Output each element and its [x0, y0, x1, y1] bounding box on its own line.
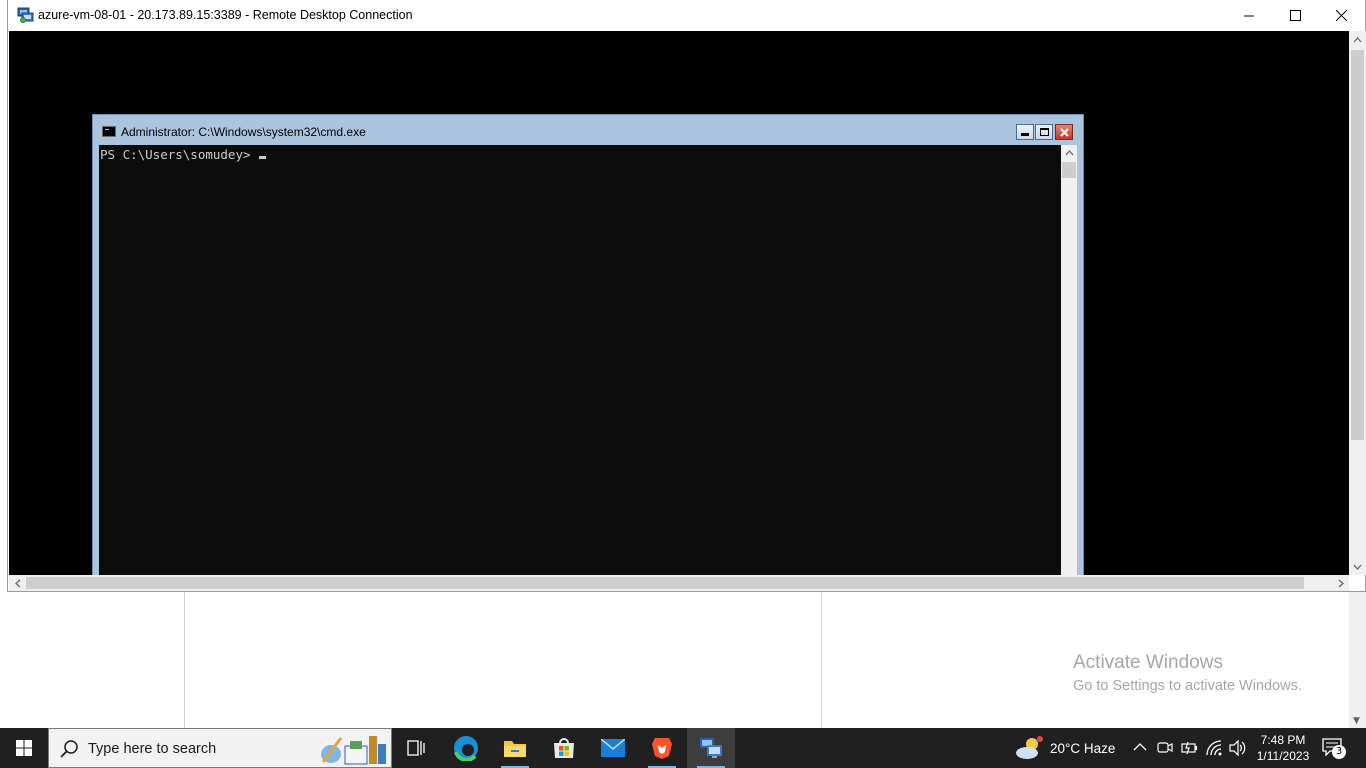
chevron-up-icon	[1065, 150, 1073, 156]
brave-lion-icon	[652, 738, 672, 759]
activate-windows-watermark: Activate Windows Go to Settings to activ…	[1073, 652, 1302, 695]
background-divider	[821, 592, 822, 728]
search-highlight-illustration-icon	[321, 736, 386, 765]
rdp-horizontal-scrollbar[interactable]	[9, 575, 1349, 591]
maximize-icon	[1289, 10, 1301, 21]
prompt-text: PS C:\Users\somudey>	[100, 147, 251, 162]
battery-icon[interactable]	[1181, 739, 1199, 757]
scroll-thumb[interactable]	[26, 577, 1304, 589]
minimize-icon	[1244, 15, 1254, 16]
windows-logo-icon	[16, 740, 32, 756]
clock-time: 7:48 PM	[1260, 733, 1306, 747]
mail-icon	[601, 739, 625, 757]
remote-desktop-window[interactable]: azure-vm-08-01 - 20.173.89.15:3389 - Rem…	[7, 0, 1366, 592]
volume-icon[interactable]	[1228, 739, 1246, 757]
clock-date: 1/11/2023	[1256, 749, 1310, 763]
weather-text: 20°C Haze	[1050, 740, 1116, 756]
edge-browser-button[interactable]	[442, 728, 490, 768]
rdp-vertical-scrollbar[interactable]	[1349, 31, 1366, 575]
scroll-left-button[interactable]	[9, 575, 26, 591]
minimize-button[interactable]	[1226, 0, 1272, 31]
chevron-down-icon	[1353, 564, 1362, 570]
chevron-left-icon	[14, 579, 20, 587]
task-view-button[interactable]	[392, 728, 440, 768]
partly-cloudy-icon	[1016, 736, 1043, 759]
minimize-icon	[1021, 133, 1029, 136]
task-view-icon	[407, 740, 425, 756]
search-placeholder: Type here to search	[88, 741, 217, 757]
store-icon	[554, 738, 574, 758]
watermark-subtitle: Go to Settings to activate Windows.	[1073, 678, 1302, 694]
close-icon	[1335, 10, 1347, 21]
watermark-title: Activate Windows	[1073, 652, 1223, 673]
remote-desktop-taskbar-button[interactable]	[687, 728, 735, 768]
start-button[interactable]	[0, 728, 48, 768]
cmd-close-button[interactable]	[1055, 124, 1073, 140]
text-cursor	[258, 156, 266, 159]
console-output[interactable]: PS C:\Users\somudey>	[99, 145, 1061, 575]
search-icon	[60, 740, 78, 758]
scroll-down-arrow-icon[interactable]: ▼	[1353, 716, 1360, 726]
background-divider	[184, 592, 185, 728]
chevron-right-icon	[1338, 579, 1344, 587]
cmd-maximize-button[interactable]	[1035, 124, 1053, 140]
console-scrollbar[interactable]	[1061, 145, 1077, 575]
mail-button[interactable]	[589, 728, 637, 768]
remote-desktop-icon	[700, 738, 722, 758]
scroll-up-button[interactable]	[1061, 145, 1077, 161]
brave-browser-button[interactable]	[638, 728, 686, 768]
edge-icon	[454, 736, 478, 761]
cmd-minimize-button[interactable]	[1016, 124, 1034, 140]
microsoft-store-button[interactable]	[540, 728, 588, 768]
cmd-window-title: Administrator: C:\Windows\system32\cmd.e…	[121, 125, 366, 139]
cmd-window[interactable]: Administrator: C:\Windows\system32\cmd.e…	[92, 114, 1084, 575]
scroll-thumb[interactable]	[1351, 50, 1364, 440]
rdp-titlebar[interactable]: azure-vm-08-01 - 20.173.89.15:3389 - Rem…	[8, 0, 1365, 31]
system-clock[interactable]: 7:48 PM 1/11/2023	[1252, 732, 1314, 764]
meet-now-icon[interactable]	[1157, 739, 1173, 757]
weather-widget[interactable]: 20°C Haze	[1014, 728, 1115, 768]
maximize-icon	[1039, 128, 1049, 136]
rdp-window-title: azure-vm-08-01 - 20.173.89.15:3389 - Rem…	[38, 8, 413, 22]
folder-icon	[504, 741, 526, 757]
scroll-down-button[interactable]	[1349, 558, 1366, 575]
close-button[interactable]	[1318, 0, 1364, 31]
scroll-thumb[interactable]	[1062, 162, 1076, 178]
scroll-right-button[interactable]	[1332, 575, 1349, 591]
prompt-line: PS C:\Users\somudey>	[100, 147, 266, 162]
remote-session-viewport[interactable]: Administrator: C:\Windows\system32\cmd.e…	[9, 31, 1349, 575]
close-icon	[1059, 127, 1069, 137]
remote-desktop-icon	[17, 7, 34, 23]
maximize-button[interactable]	[1272, 0, 1318, 31]
notification-center-button[interactable]: 3	[1322, 738, 1346, 761]
chevron-up-icon[interactable]	[1133, 742, 1147, 752]
background-scrollbar[interactable]: ▼	[1349, 592, 1366, 728]
taskbar-search-box[interactable]: Type here to search	[48, 728, 392, 768]
notification-count-badge: 3	[1332, 745, 1346, 759]
scroll-up-button[interactable]	[1349, 31, 1366, 48]
console-icon	[102, 126, 116, 137]
taskbar: Type here to search 20°C Haze 7:48 PM 1/…	[0, 728, 1366, 768]
wifi-icon[interactable]	[1205, 739, 1223, 757]
file-explorer-button[interactable]	[491, 728, 539, 768]
chevron-up-icon	[1353, 36, 1362, 42]
